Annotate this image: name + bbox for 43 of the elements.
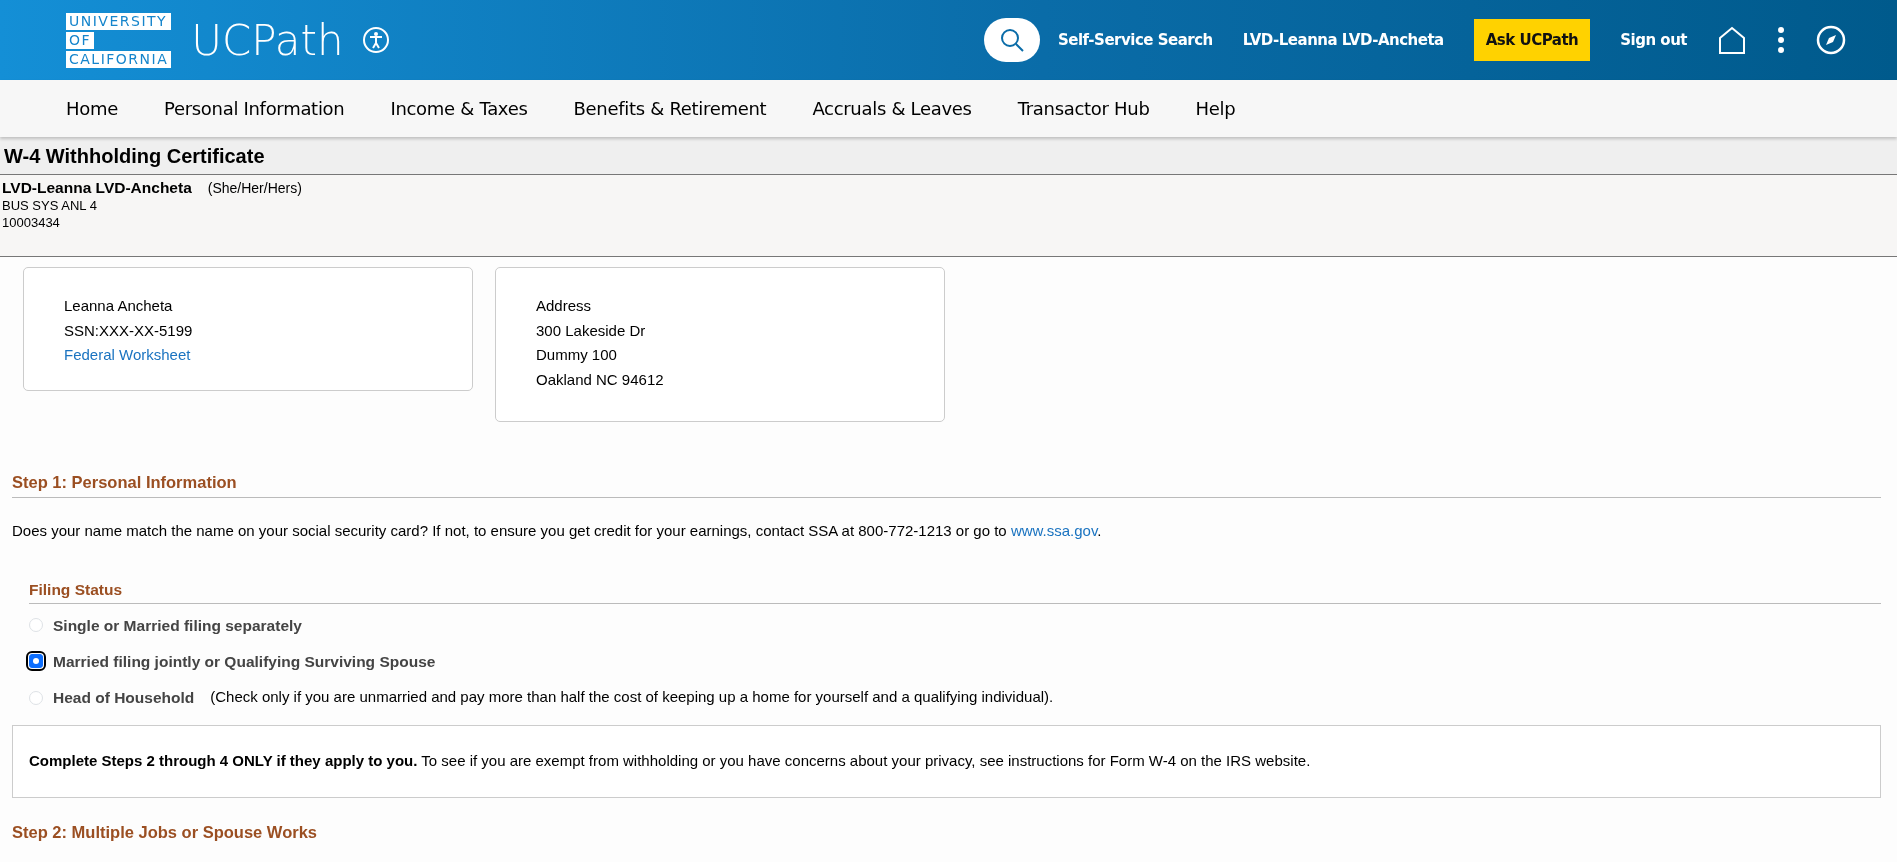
info-text: Does your name match the name on your social security card? If not, to ensure you get credit for your earnings, contact SSA at 800-772-1213 or go to www.ssa.gov. — [12, 520, 1103, 541]
address-line: Address — [536, 296, 593, 316]
search-icon — [999, 27, 1025, 53]
ask-button[interactable]: Ask UCPath — [1473, 18, 1591, 62]
page-title: W-4 Withholding Certificate — [0, 137, 1897, 175]
pronouns: (She/Her/Hers) — [207, 180, 302, 197]
nav-link[interactable]: Benefits & Retirement — [573, 95, 767, 122]
more-icon[interactable] — [1777, 26, 1785, 54]
nav-link[interactable]: Income & Taxes — [390, 95, 528, 122]
search-button[interactable] — [984, 18, 1040, 62]
sign-out-link[interactable]: Sign out — [1620, 28, 1687, 52]
search-link[interactable]: Self-Service Search — [1058, 28, 1213, 52]
radio-label[interactable]: Married filing jointly or Qualifying Surviving Spouse — [53, 649, 436, 673]
address-line: Dummy 100 — [536, 345, 618, 365]
radio-label[interactable]: Single or Married filing separately — [53, 613, 302, 637]
nav-link[interactable]: Help — [1195, 95, 1236, 122]
job-title: BUS SYS ANL 4 — [2, 197, 98, 214]
person-name: Leanna Ancheta — [64, 296, 174, 316]
home-icon[interactable] — [1717, 25, 1747, 55]
user-name-link[interactable]: LVD-Leanna LVD-Ancheta — [1242, 28, 1444, 52]
notice-text: Complete Steps 2 through 4 ONLY if they apply to you. To see if you are exempt from withholding or you have concerns about your privacy, see instructions for Form W-4 on the IRS website. — [29, 752, 1311, 770]
section-heading: Step 2: Multiple Jobs or Spouse Works — [12, 821, 318, 843]
compass-icon[interactable] — [1815, 24, 1847, 56]
address-line: 300 Lakeside Dr — [536, 320, 647, 341]
ssn-text: SSN:XXX-XX-5199 — [64, 320, 194, 341]
radio-button[interactable] — [29, 654, 43, 669]
app-title: UCPath — [191, 14, 344, 67]
logo-text: CALIFORNIA — [66, 50, 172, 68]
employee-id: 10003434 — [2, 214, 61, 231]
address-line: Oakland NC 94612 — [536, 369, 665, 390]
nav-link[interactable]: Accruals & Leaves — [812, 95, 972, 122]
logo-text: OF — [66, 31, 95, 49]
section-heading: Step 1: Personal Information — [12, 470, 1881, 498]
nav-link[interactable]: Home — [66, 95, 118, 122]
logo-text: UNIVERSITY — [66, 12, 172, 30]
accessibility-icon[interactable] — [361, 26, 390, 54]
worksheet-link[interactable]: Federal Worksheet — [64, 346, 191, 363]
nav-link[interactable]: Personal Information — [163, 95, 345, 122]
option-note: (Check only if you are unmarried and pay more than half the cost of keeping up a home for yourself and a qualifying individual). — [210, 687, 1054, 708]
field-label: Filing Status — [29, 578, 1881, 604]
employee-name: LVD-Leanna LVD-Ancheta — [2, 179, 192, 196]
nav-link[interactable]: Transactor Hub — [1017, 95, 1150, 122]
radio-label[interactable]: Head of Household — [53, 686, 195, 710]
